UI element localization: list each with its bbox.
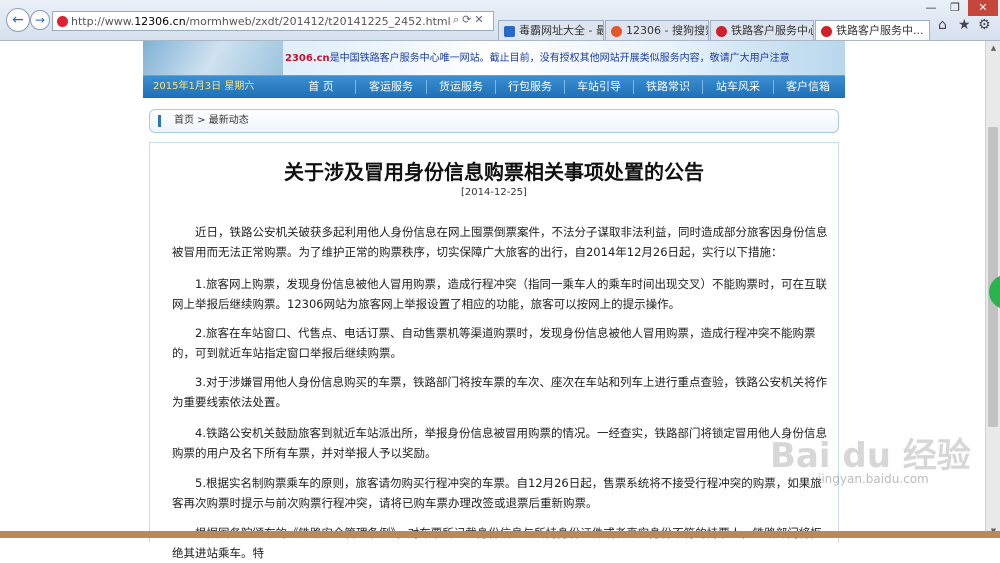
- nav-station-guide[interactable]: 车站引导: [566, 76, 632, 98]
- tab-12306-article[interactable]: 铁路客户服务中...: [815, 20, 930, 40]
- nav-freight-service[interactable]: 货运服务: [428, 76, 494, 98]
- back-button[interactable]: ←: [6, 8, 30, 32]
- site-container: 2306.cn是中国铁路客户服务中心唯一网站。截止目前，没有授权其他网站开展类似…: [143, 41, 845, 560]
- forward-button[interactable]: →: [30, 10, 50, 30]
- address-tools[interactable]: ⌕⟳✕: [453, 13, 487, 27]
- banner-notice-text: 是中国铁路客户服务中心唯一网站。截止目前，没有授权其他网站开展类似服务内容，敬请…: [329, 53, 790, 64]
- nav-divider: [426, 80, 427, 94]
- banner-host: 2306.cn: [285, 53, 330, 64]
- forward-arrow-icon: →: [34, 13, 46, 27]
- nav-divider: [773, 80, 774, 94]
- tab-label: 铁路客户服务中心: [731, 24, 814, 37]
- favorites-star-icon[interactable]: ★: [958, 17, 971, 33]
- 12306-favicon-icon: [821, 26, 832, 37]
- tab-duba[interactable]: 毒霸网址大全 - 最...: [498, 20, 604, 40]
- article-paragraph: 3.对于涉嫌冒用他人身份信息购买的车票，铁路部门将按车票的车次、座次在车站和列车…: [172, 375, 827, 409]
- restore-icon: ❐: [950, 1, 960, 14]
- restore-button[interactable]: ❐: [944, 0, 966, 16]
- article-title: 关于涉及冒用身份信息购票相关事项处置的公告: [284, 160, 704, 184]
- stop-icon[interactable]: ✕: [474, 13, 486, 26]
- duba-favicon-icon: [504, 26, 515, 37]
- taskbar: [0, 531, 1000, 538]
- nav-divider: [564, 80, 565, 94]
- close-window-button[interactable]: ✕: [968, 0, 998, 16]
- breadcrumb-text[interactable]: 首页 > 最新动态: [174, 110, 249, 132]
- site-banner: 2306.cn是中国铁路客户服务中心唯一网站。截止目前，没有授权其他网站开展类似…: [143, 41, 845, 75]
- banner-notice: 2306.cn是中国铁路客户服务中心唯一网站。截止目前，没有授权其他网站开展类似…: [285, 49, 790, 64]
- baidu-watermark: Bai du 经验: [770, 436, 971, 476]
- address-host: 12306.cn: [134, 15, 186, 28]
- minimize-icon: —: [925, 1, 937, 14]
- site-favicon-icon: [57, 16, 68, 27]
- nav-home[interactable]: 首 页: [288, 76, 354, 98]
- tab-sogou[interactable]: 12306 - 搜狗搜索: [605, 20, 709, 40]
- nav-customer-mailbox[interactable]: 客户信箱: [775, 76, 841, 98]
- nav-divider: [355, 80, 356, 94]
- nav-divider: [702, 80, 703, 94]
- nav-station-train-style[interactable]: 站车风采: [704, 76, 772, 98]
- train-banner-image: [143, 41, 283, 75]
- article-paragraph: 近日，铁路公安机关破获多起利用他人身份信息在网上囤票倒票案件，不法分子谋取非法利…: [172, 225, 828, 259]
- nav-divider: [495, 80, 496, 94]
- main-nav: 2015年1月3日 星期六 首 页 客运服务 货运服务 行包服务 车站引导 铁路…: [143, 75, 845, 98]
- scroll-up-arrow-icon[interactable]: ▲: [986, 41, 1000, 55]
- tab-12306-home[interactable]: 铁路客户服务中心: [710, 20, 814, 40]
- back-arrow-icon: ←: [12, 12, 24, 28]
- current-date: 2015年1月3日 星期六: [153, 81, 255, 92]
- article-paragraph: 根据国务院颁布的《铁路安全管理条例》，对车票所记载身份信息与所持身份证件或者真实…: [172, 526, 822, 560]
- close-icon: ✕: [978, 1, 988, 14]
- home-icon[interactable]: ⌂: [938, 17, 947, 33]
- article-paragraph: 5.根据实名制购票乘车的原则，旅客请勿购买行程冲突的车票。自12月26日起，售票…: [172, 476, 822, 510]
- minimize-button[interactable]: —: [920, 0, 942, 16]
- article-paragraph: 1.旅客网上购票，发现身份信息被他人冒用购票，造成行程冲突（指同一乘车人的乘车时…: [172, 277, 827, 311]
- tab-label: 12306 - 搜狗搜索: [626, 24, 709, 37]
- nav-luggage-service[interactable]: 行包服务: [497, 76, 563, 98]
- article-date: [2014-12-25]: [461, 187, 527, 198]
- nav-passenger-service[interactable]: 客运服务: [357, 76, 425, 98]
- address-prefix: http://www.: [71, 15, 135, 28]
- refresh-icon[interactable]: ⟳: [462, 13, 474, 26]
- article-paragraph: 4.铁路公安机关鼓励旅客到就近车站派出所，举报身份信息被冒用购票的情况。一经查实…: [172, 426, 827, 460]
- article-panel: 关于涉及冒用身份信息购票相关事项处置的公告 [2014-12-25] 近日，铁路…: [149, 142, 839, 560]
- address-path: /mormhweb/zxdt/201412/t20141225_2452.htm…: [185, 15, 451, 28]
- breadcrumb-marker: [158, 115, 161, 127]
- 12306-favicon-icon: [716, 26, 727, 37]
- address-bar[interactable]: http://www.12306.cn/mormhweb/zxdt/201412…: [52, 11, 494, 31]
- baidu-watermark-url: jingyan.baidu.com: [818, 472, 929, 486]
- article-paragraph: 2.旅客在车站窗口、代售点、电话订票、自动售票机等渠道购票时，发现身份信息被他人…: [172, 326, 816, 360]
- search-icon[interactable]: ⌕: [453, 13, 462, 26]
- nav-divider: [633, 80, 634, 94]
- sogou-favicon-icon: [611, 26, 622, 37]
- settings-gear-icon[interactable]: ⚙: [978, 17, 991, 33]
- nav-railway-knowledge[interactable]: 铁路常识: [635, 76, 701, 98]
- browser-toolbar: ← → http://www.12306.cn/mormhweb/zxdt/20…: [0, 0, 1000, 41]
- breadcrumb: 首页 > 最新动态: [149, 109, 839, 133]
- tab-label: 毒霸网址大全 - 最...: [519, 24, 603, 37]
- tab-label: 铁路客户服务中...: [836, 24, 924, 37]
